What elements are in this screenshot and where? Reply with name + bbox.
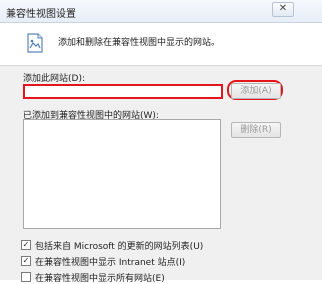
checkbox-all-websites[interactable] — [21, 272, 31, 282]
compatibility-view-dialog: 兼容性视图设置 ✕ 添加和删除在兼容性视图中显示的网站。 添加此网站(D): 添… — [0, 0, 322, 284]
remove-button[interactable]: 删除(R) — [231, 122, 281, 138]
add-site-label: 添加此网站(D): — [23, 74, 85, 84]
add-site-input[interactable] — [23, 84, 223, 99]
option-label: 在兼容性视图中显示 Intranet 站点(I) — [35, 258, 186, 268]
header-panel: 添加和删除在兼容性视图中显示的网站。 — [0, 23, 322, 65]
header-description: 添加和删除在兼容性视图中显示的网站。 — [58, 38, 221, 48]
option-label: 包括来自 Microsoft 的更新的网站列表(U) — [35, 242, 204, 252]
close-icon: ✕ — [278, 3, 288, 14]
add-button[interactable]: 添加(A) — [231, 83, 281, 99]
option-label: 在兼容性视图中显示所有网站(E) — [35, 274, 165, 284]
title-bar: 兼容性视图设置 ✕ — [0, 0, 322, 23]
document-icon — [27, 33, 43, 53]
added-sites-list[interactable] — [23, 119, 221, 229]
checkbox-intranet-sites[interactable]: ✓ — [21, 256, 31, 266]
dialog-title: 兼容性视图设置 — [6, 9, 76, 20]
checkbox-include-microsoft-list[interactable]: ✓ — [21, 240, 31, 250]
separator — [0, 65, 322, 66]
close-button[interactable]: ✕ — [272, 2, 294, 17]
